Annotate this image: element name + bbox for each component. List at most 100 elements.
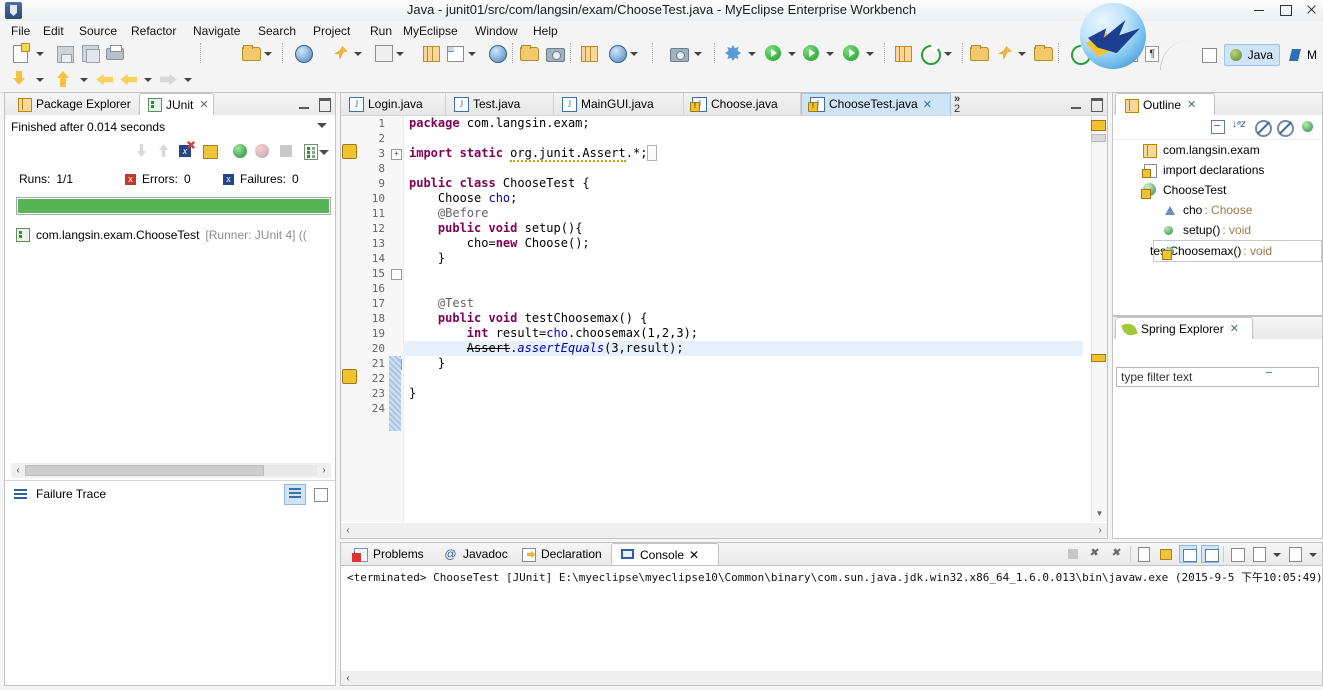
server-dropdown[interactable] [394, 42, 404, 64]
print-button[interactable] [104, 42, 126, 64]
stop-test-button[interactable] [277, 142, 295, 160]
scroll-track[interactable] [355, 672, 1322, 684]
import-dropdown[interactable] [34, 68, 44, 90]
snapshot-button[interactable] [668, 42, 690, 64]
scroll-lock-button[interactable] [201, 142, 219, 160]
scroll-track[interactable] [355, 525, 1093, 536]
junit-view-menu-icon[interactable] [317, 123, 327, 128]
open-resource-button[interactable] [1032, 42, 1054, 64]
previous-failure-button[interactable] [155, 142, 173, 160]
spring-tree[interactable] [1113, 389, 1322, 538]
menu-run[interactable]: Run [365, 23, 397, 39]
tab-test-java[interactable]: Test.java [446, 93, 554, 115]
scroll-thumb[interactable] [25, 465, 265, 476]
warning-marker-icon[interactable] [342, 144, 357, 159]
outline-item-method-setup[interactable]: setup() : void [1113, 220, 1322, 240]
tab-package-explorer[interactable]: Package Explorer [9, 93, 138, 115]
tab-choosetest-java[interactable]: ChooseTest.java ✕ [801, 93, 951, 115]
hide-fields-button[interactable] [1253, 118, 1272, 137]
scroll-lock-button[interactable] [1157, 545, 1175, 563]
tab-declaration[interactable]: Declaration [513, 543, 610, 565]
save-all-button[interactable] [80, 42, 102, 64]
menu-help[interactable]: Help [528, 23, 563, 39]
deploy-button[interactable] [330, 42, 352, 64]
outline-item-imports[interactable]: import declarations [1113, 160, 1322, 180]
save-button[interactable] [54, 42, 76, 64]
previous-edit-dropdown[interactable] [142, 68, 152, 90]
tab-outline-close-icon[interactable]: ✕ [1187, 98, 1196, 111]
export-dropdown[interactable] [466, 42, 476, 64]
debug-button[interactable] [722, 42, 744, 64]
scroll-right-icon[interactable]: › [317, 465, 331, 476]
search-button[interactable] [606, 42, 628, 64]
tab-javadoc[interactable]: @ Javadoc [435, 543, 516, 565]
tab-choose-java[interactable]: Choose.java [684, 93, 801, 115]
menu-refactor[interactable]: Refactor [126, 23, 181, 39]
back-button[interactable] [94, 68, 116, 90]
list-item[interactable]: com.langsin.exam.ChooseTest [Runner: JUn… [11, 225, 333, 244]
hide-static-button[interactable] [1275, 118, 1294, 137]
editor-maximize-button[interactable] [1089, 96, 1103, 112]
outline-item-class[interactable]: ChooseTest [1113, 180, 1322, 200]
terminate-button[interactable] [1064, 545, 1082, 563]
annotate-dropdown[interactable] [1016, 42, 1026, 64]
web-browser-button[interactable] [486, 42, 508, 64]
clear-console-button[interactable] [1135, 545, 1153, 563]
db-browser-button[interactable] [420, 42, 442, 64]
remove-launch-button[interactable] [1086, 545, 1104, 563]
export-resource-button[interactable] [54, 68, 76, 90]
run-coverage-button[interactable] [840, 42, 862, 64]
junit-minimize-button[interactable] [297, 96, 311, 110]
forward-dropdown[interactable] [182, 68, 192, 90]
overview-warning-marker[interactable] [1091, 354, 1106, 362]
tab-choosetest-close-icon[interactable]: ✕ [923, 98, 932, 111]
word-wrap-button[interactable] [1179, 545, 1197, 563]
tab-console[interactable]: Console ✕ [611, 543, 719, 565]
menu-search[interactable]: Search [253, 23, 301, 39]
editor-vertical-scrollbar[interactable]: ▲ ▼ [1091, 116, 1107, 522]
minimize-button[interactable] [1251, 1, 1267, 17]
myeclipse-quick-dropdown[interactable] [262, 42, 272, 64]
outline-item-method-testchoosemax[interactable]: testChoosemax() : void [1150, 240, 1322, 262]
menu-myeclipse[interactable]: MyEclipse [398, 23, 463, 39]
show-console-on-error-button[interactable] [1201, 545, 1219, 563]
open-console-dropdown[interactable] [1308, 545, 1318, 563]
editor-minimize-button[interactable] [1069, 96, 1083, 110]
new-class-button[interactable] [578, 42, 600, 64]
myeclipse-quick-button[interactable] [240, 42, 262, 64]
warning-marker-icon[interactable] [342, 369, 357, 384]
remove-all-launches-button[interactable] [1108, 545, 1126, 563]
tab-problems[interactable]: Problems [345, 543, 432, 565]
sort-button[interactable]: ↓ᵃz [1231, 118, 1248, 135]
display-console-dropdown[interactable] [1272, 545, 1282, 563]
maximize-button[interactable] [1277, 1, 1293, 17]
compare-result-button[interactable] [309, 484, 331, 505]
folding-ruler[interactable]: + [389, 116, 404, 522]
open-console-button[interactable] [1286, 545, 1304, 563]
run-coverage-dropdown[interactable] [864, 42, 874, 64]
perspective-java[interactable]: Java [1223, 44, 1280, 66]
run-history-dropdown[interactable] [824, 42, 834, 64]
close-button[interactable] [1303, 1, 1319, 17]
hide-nonpublic-button[interactable] [1299, 118, 1316, 135]
tab-login-java[interactable]: Login.java [341, 93, 446, 115]
code-editor[interactable]: 1 2 3 8 9 10 11 12 13 14 15 16 17 18 19 … [341, 115, 1107, 538]
run-history-button[interactable] [800, 42, 822, 64]
spring-filter-input[interactable]: type filter text [1116, 367, 1319, 387]
editor-horizontal-scrollbar[interactable]: ‹ › [341, 523, 1107, 538]
menu-source[interactable]: Source [74, 23, 122, 39]
annotation-ruler[interactable] [341, 116, 358, 522]
code-text-area[interactable]: package com.langsin.exam; import static … [403, 116, 1083, 522]
external-tools-dropdown[interactable] [942, 42, 952, 64]
menu-window[interactable]: Window [470, 23, 523, 39]
debug-dropdown[interactable] [746, 42, 756, 64]
import-button[interactable] [10, 68, 32, 90]
menu-file[interactable]: File [6, 23, 35, 39]
filter-stacktrace-button[interactable] [284, 484, 306, 505]
show-failures-only-button[interactable]: x [177, 142, 195, 160]
rerun-failed-button[interactable] [253, 142, 271, 160]
run-button[interactable] [762, 42, 784, 64]
new-wizard-dropdown[interactable] [34, 42, 44, 64]
fold-expand-icon[interactable]: + [391, 149, 402, 160]
open-type-button[interactable] [518, 42, 540, 64]
